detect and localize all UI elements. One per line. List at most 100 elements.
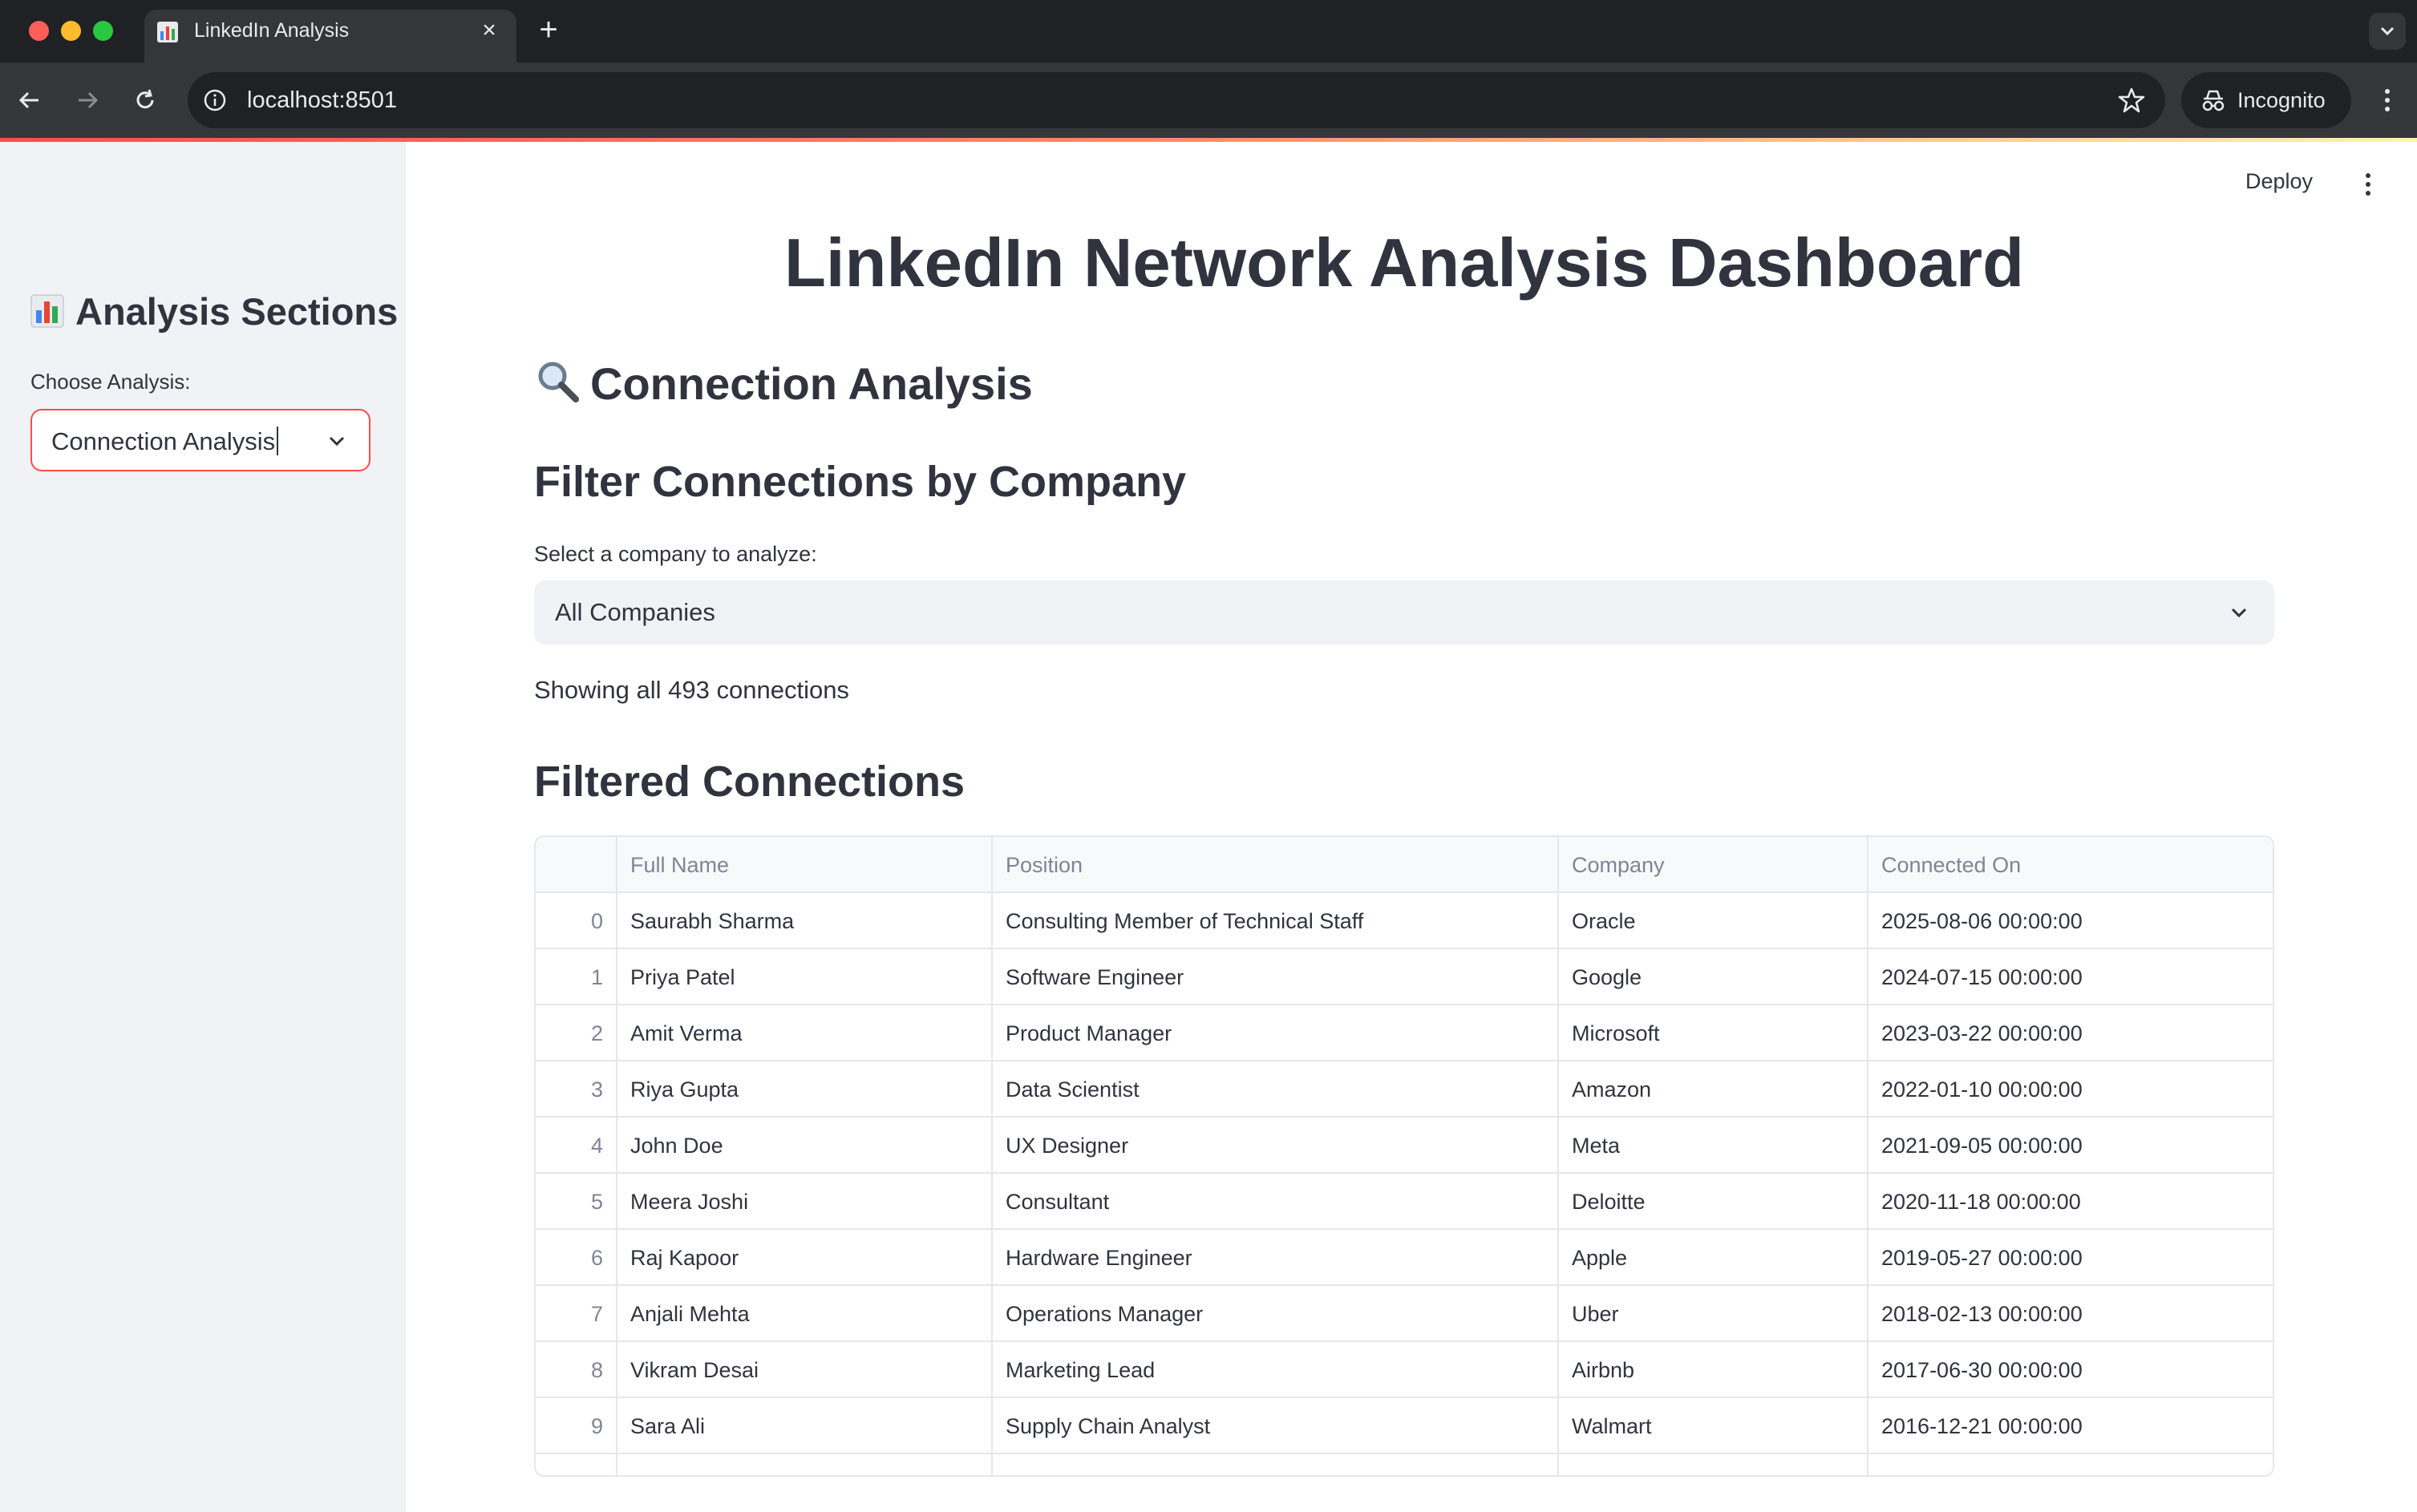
full-name-cell[interactable]: Sara Ali: [617, 1398, 993, 1454]
bar-chart-icon: [30, 294, 64, 328]
row-index[interactable]: 8: [536, 1342, 617, 1398]
row-index[interactable]: 3: [536, 1061, 617, 1118]
deploy-button[interactable]: Deploy: [2245, 169, 2313, 194]
row-index[interactable]: 7: [536, 1286, 617, 1342]
company-select-value: All Companies: [555, 598, 715, 626]
connections-table[interactable]: Full Name Position Company Connected On …: [534, 835, 2274, 1477]
connected-on-cell[interactable]: 2018-02-13 00:00:00: [1868, 1286, 2273, 1342]
browser-tab[interactable]: LinkedIn Analysis ×: [144, 10, 516, 63]
sidebar: Analysis Sections Choose Analysis: Conne…: [0, 142, 406, 1512]
chevron-down-icon: [329, 436, 345, 447]
company-cell[interactable]: Uber: [1559, 1286, 1868, 1342]
connected-on-cell[interactable]: 2023-03-22 00:00:00: [1868, 1005, 2273, 1061]
row-index[interactable]: 1: [536, 949, 617, 1005]
tab-list-button[interactable]: [2369, 13, 2406, 50]
company-select[interactable]: All Companies: [534, 580, 2274, 645]
reload-icon[interactable]: [125, 80, 165, 120]
full-name-cell[interactable]: Priya Patel: [617, 949, 993, 1005]
bar-chart-icon: [157, 22, 178, 42]
full-name-cell[interactable]: Anjali Mehta: [617, 1286, 993, 1342]
connected-on-cell[interactable]: 2022-01-10 00:00:00: [1868, 1061, 2273, 1118]
close-window-button[interactable]: [29, 21, 49, 41]
connected-on-cell[interactable]: 2021-09-05 00:00:00: [1868, 1118, 2273, 1174]
connected-on-cell[interactable]: 2016-12-21 00:00:00: [1868, 1398, 2273, 1454]
column-divider: [616, 837, 617, 1475]
analysis-select-value: Connection Analysis: [51, 427, 279, 456]
position-cell[interactable]: Data Scientist: [993, 1061, 1559, 1118]
column-divider: [991, 837, 993, 1475]
column-header-connected-on[interactable]: Connected On: [1868, 837, 2273, 893]
sidebar-heading: Analysis Sections: [30, 289, 398, 334]
company-cell[interactable]: Apple: [1559, 1230, 1868, 1286]
row-index[interactable]: 4: [536, 1118, 617, 1174]
connected-on-cell[interactable]: 2019-05-27 00:00:00: [1868, 1230, 2273, 1286]
table-row[interactable]: 6 Raj Kapoor Hardware Engineer Apple 2019-05…: [536, 1230, 2273, 1286]
table-row[interactable]: 9 Sara Ali Supply Chain Analyst Walmart 2016…: [536, 1398, 2273, 1454]
position-cell[interactable]: Marketing Lead: [993, 1342, 1559, 1398]
company-cell[interactable]: Amazon: [1559, 1061, 1868, 1118]
section-header-text: Connection Analysis: [590, 358, 1033, 409]
site-info-icon[interactable]: [200, 86, 229, 115]
connected-on-cell[interactable]: 2025-08-06 00:00:00: [1868, 893, 2273, 949]
new-tab-button[interactable]: +: [532, 14, 565, 46]
company-cell[interactable]: Oracle: [1559, 893, 1868, 949]
table-row[interactable]: 2 Amit Verma Product Manager Microsoft 2023-…: [536, 1005, 2273, 1061]
column-header-index[interactable]: [536, 837, 617, 893]
full-name-cell[interactable]: Meera Joshi: [617, 1174, 993, 1230]
position-cell[interactable]: Product Manager: [993, 1005, 1559, 1061]
table-row[interactable]: 5 Meera Joshi Consultant Deloitte 2020-11-18…: [536, 1174, 2273, 1230]
position-cell[interactable]: Supply Chain Analyst: [993, 1398, 1559, 1454]
full-name-cell[interactable]: Saurabh Sharma: [617, 893, 993, 949]
company-cell[interactable]: Airbnb: [1559, 1342, 1868, 1398]
analysis-select[interactable]: Connection Analysis: [30, 409, 370, 471]
position-cell[interactable]: Operations Manager: [993, 1286, 1559, 1342]
company-cell[interactable]: Microsoft: [1559, 1005, 1868, 1061]
address-bar[interactable]: localhost:8501: [188, 72, 2165, 128]
main-menu-icon[interactable]: [2356, 168, 2380, 200]
connection-count-text: Showing all 493 connections: [534, 676, 849, 704]
table-row[interactable]: 4 John Doe UX Designer Meta 2021-09-05 00:00…: [536, 1118, 2273, 1174]
incognito-label: Incognito: [2237, 88, 2326, 112]
table-row[interactable]: 3 Riya Gupta Data Scientist Amazon 2022-01-1…: [536, 1061, 2273, 1118]
table-row[interactable]: 7 Anjali Mehta Operations Manager Uber 2018-…: [536, 1286, 2273, 1342]
company-cell[interactable]: Deloitte: [1559, 1174, 1868, 1230]
connected-on-cell[interactable]: 2017-06-30 00:00:00: [1868, 1342, 2273, 1398]
row-index[interactable]: 9: [536, 1398, 617, 1454]
minimize-window-button[interactable]: [61, 21, 81, 41]
row-index[interactable]: 6: [536, 1230, 617, 1286]
column-divider: [1867, 837, 1868, 1475]
company-cell[interactable]: Meta: [1559, 1118, 1868, 1174]
connected-on-cell[interactable]: 2020-11-18 00:00:00: [1868, 1174, 2273, 1230]
full-name-cell[interactable]: Riya Gupta: [617, 1061, 993, 1118]
full-name-cell[interactable]: Vikram Desai: [617, 1342, 993, 1398]
company-cell[interactable]: Walmart: [1559, 1398, 1868, 1454]
full-name-cell[interactable]: Amit Verma: [617, 1005, 993, 1061]
table-row[interactable]: 8 Vikram Desai Marketing Lead Airbnb 2017-06…: [536, 1342, 2273, 1398]
company-cell[interactable]: Google: [1559, 949, 1868, 1005]
row-index[interactable]: 2: [536, 1005, 617, 1061]
table-row[interactable]: 1 Priya Patel Software Engineer Google 2024-…: [536, 949, 2273, 1005]
position-cell[interactable]: Hardware Engineer: [993, 1230, 1559, 1286]
position-cell[interactable]: UX Designer: [993, 1118, 1559, 1174]
position-cell[interactable]: Software Engineer: [993, 949, 1559, 1005]
position-cell[interactable]: Consultant: [993, 1174, 1559, 1230]
row-index[interactable]: 5: [536, 1174, 617, 1230]
browser-menu-icon[interactable]: [2369, 82, 2406, 119]
full-name-cell[interactable]: John Doe: [617, 1118, 993, 1174]
close-tab-icon[interactable]: ×: [475, 16, 504, 45]
back-arrow-icon[interactable]: [10, 80, 50, 120]
position-cell[interactable]: Consulting Member of Technical Staff: [993, 893, 1559, 949]
table-header-row: Full Name Position Company Connected On: [536, 837, 2273, 893]
full-name-cell[interactable]: Raj Kapoor: [617, 1230, 993, 1286]
column-header-position[interactable]: Position: [993, 837, 1559, 893]
bookmark-star-icon[interactable]: [2115, 84, 2148, 116]
table-row[interactable]: 0 Saurabh Sharma Consulting Member of Tech…: [536, 893, 2273, 949]
row-index[interactable]: 0: [536, 893, 617, 949]
column-header-full-name[interactable]: Full Name: [617, 837, 993, 893]
incognito-badge[interactable]: Incognito: [2181, 72, 2351, 128]
forward-arrow-icon[interactable]: [67, 80, 107, 120]
column-header-company[interactable]: Company: [1559, 837, 1868, 893]
browser-tab-bar: LinkedIn Analysis × +: [0, 0, 2417, 63]
maximize-window-button[interactable]: [93, 21, 113, 41]
connected-on-cell[interactable]: 2024-07-15 00:00:00: [1868, 949, 2273, 1005]
